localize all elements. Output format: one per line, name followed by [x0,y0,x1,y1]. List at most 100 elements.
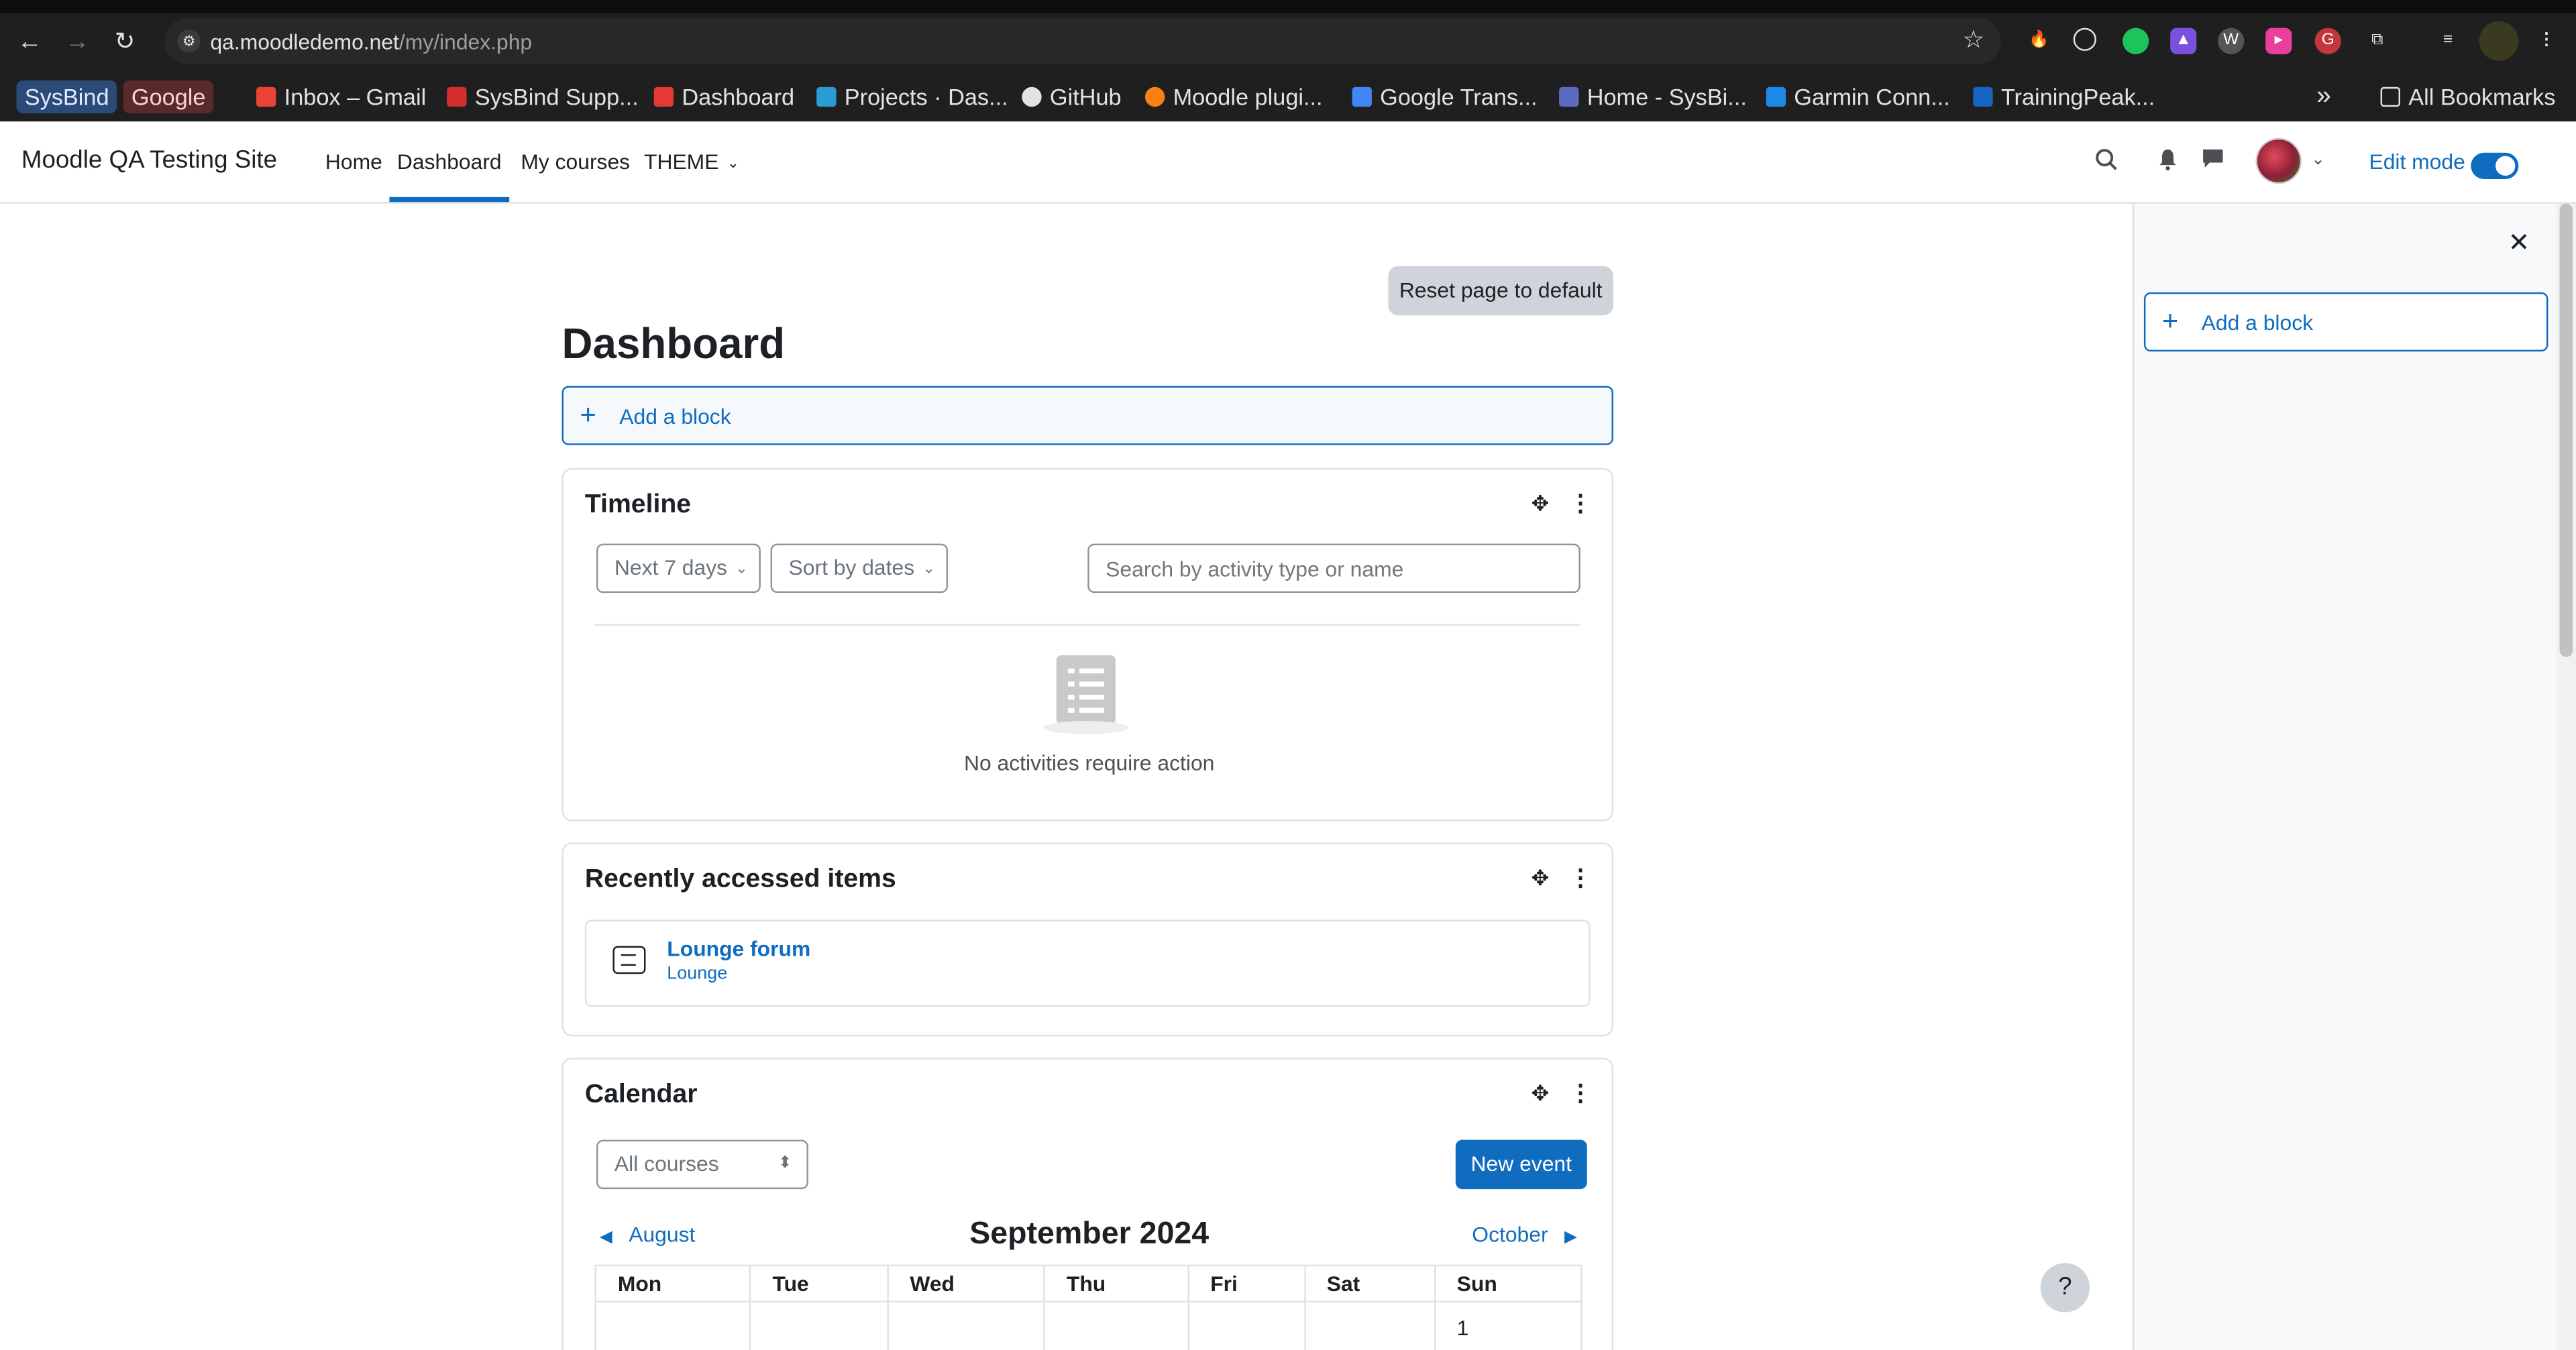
close-drawer-icon[interactable]: ✕ [2508,227,2530,260]
nav-theme[interactable]: THEME ⌄ [644,150,739,174]
timer-extension-icon[interactable] [2073,27,2096,51]
recent-item[interactable]: Lounge forum Lounge [584,919,1591,1007]
nav-home[interactable]: Home [325,150,382,174]
bookmark-google-translate[interactable]: Google Trans... [1352,80,1538,113]
calendar-day [887,1300,1046,1350]
weekday-header: Sun [1434,1264,1582,1303]
bookmark-gmail[interactable]: Inbox – Gmail [256,80,426,113]
chevron-down-icon: ⌄ [922,560,935,577]
bookmark-projects[interactable]: Projects · Das... [816,80,1008,113]
red-extension-icon[interactable]: G [2314,27,2341,54]
trainingpeaks-icon [1973,87,1993,107]
bookmark-dashboard[interactable]: Dashboard [653,80,794,113]
nav-my-courses[interactable]: My courses [521,150,630,174]
user-avatar[interactable] [2255,137,2302,184]
zoho-icon [653,87,674,107]
move-icon[interactable]: ✥ [1531,866,1549,892]
profile-avatar-icon[interactable] [2479,21,2519,61]
back-icon[interactable]: ← [13,26,46,59]
notifications-bell-icon[interactable] [2152,148,2182,177]
block-actions-menu-icon[interactable]: ⋮ [1569,864,1592,892]
reload-icon[interactable]: ↻ [109,26,142,59]
bookmark-sysbind-support[interactable]: SysBind Supp... [447,80,639,113]
block-actions-menu-icon[interactable]: ⋮ [1569,490,1592,518]
pink-extension-icon[interactable]: ▸ [2265,27,2292,54]
weekday-header: Sat [1303,1264,1436,1303]
weekday-header: Tue [749,1264,889,1303]
user-menu-chevron-icon[interactable]: ⌄ [2303,151,2332,180]
recent-title: Recently accessed items [584,865,896,894]
extensions-puzzle-icon[interactable]: ⧉ [2364,28,2390,54]
reset-page-button[interactable]: Reset page to default [1388,266,1613,316]
help-button[interactable]: ? [2040,1263,2090,1312]
fire-extension-icon[interactable]: 🔥 [2026,28,2052,54]
moodle-icon [1144,87,1165,107]
search-icon[interactable] [2092,148,2121,177]
browser-chrome: ← → ↻ ⚙ qa.moodledemo.net/my/index.php ☆… [0,0,2576,122]
current-month: September 2024 [969,1217,1210,1252]
all-bookmarks[interactable]: All Bookmarks [2380,80,2555,113]
bookmark-trainingpeaks[interactable]: TrainingPeak... [1973,80,2155,113]
reading-list-icon[interactable]: ≡ [2434,28,2461,54]
bookmark-github[interactable]: GitHub [1022,80,1122,113]
bookmark-garmin[interactable]: Garmin Conn... [1766,80,1950,113]
translate-icon [1352,87,1372,107]
recently-accessed-block: Recently accessed items ✥ ⋮ Lounge forum… [561,842,1613,1037]
calendar-day [1303,1300,1436,1350]
edit-mode-toggle[interactable] [2471,152,2519,179]
purple-extension-icon[interactable]: ▲ [2170,27,2197,54]
bookmark-sysbind[interactable]: SysBind [16,80,117,113]
edit-mode-label: Edit mode [2369,149,2465,174]
recent-item-course[interactable]: Lounge [667,964,727,984]
forward-icon[interactable]: → [61,26,94,59]
browser-menu-icon[interactable]: ⋮ [2533,28,2559,54]
site-name[interactable]: Moodle QA Testing Site [21,146,277,174]
add-block-button[interactable]: + Add a block [561,386,1613,445]
chevron-down-icon: ⌄ [727,154,740,171]
site-info-icon[interactable]: ⚙ [177,30,201,53]
no-activities-icon [1043,655,1129,734]
move-icon[interactable]: ✥ [1531,491,1549,517]
bookmark-google[interactable]: Google [123,80,214,113]
wordpress-extension-icon[interactable]: W [2218,27,2245,54]
scrollbar-thumb[interactable] [2559,203,2573,657]
green-extension-icon[interactable] [2123,27,2149,54]
forum-icon [612,946,646,974]
nav-dashboard[interactable]: Dashboard [389,150,510,203]
bookmark-home-sysbind[interactable]: Home - SysBi... [1559,80,1747,113]
gmail-icon [256,87,276,107]
projects-icon [816,87,837,107]
more-bookmarks-icon[interactable]: » [2316,80,2331,113]
url-text[interactable]: qa.moodledemo.net/my/index.php [210,30,532,54]
timeline-title: Timeline [584,491,692,519]
block-actions-menu-icon[interactable]: ⋮ [1569,1079,1592,1107]
move-icon[interactable]: ✥ [1531,1080,1549,1107]
recent-item-name[interactable]: Lounge forum [667,936,810,961]
add-block-label: Add a block [619,404,731,429]
divider [594,624,1580,626]
new-event-button[interactable]: New event [1455,1139,1587,1190]
timeline-range-select[interactable]: Next 7 days ⌄ [596,543,761,594]
address-row: ← → ↻ ⚙ qa.moodledemo.net/my/index.php ☆… [0,13,2576,69]
next-month-link[interactable]: October ▶ [1472,1222,1577,1247]
calendar-day [749,1300,889,1350]
timeline-sort-select[interactable]: Sort by dates ⌄ [770,543,949,594]
timeline-block: Timeline ✥ ⋮ Next 7 days ⌄ Sort by dates ⌄… [561,467,1613,822]
timeline-search-input[interactable] [1087,543,1580,594]
plus-icon: + [2161,305,2179,337]
weekday-header: Wed [887,1264,1046,1303]
calendar-day[interactable]: 1 [1434,1300,1582,1350]
messages-icon[interactable] [2198,148,2228,177]
calendar-course-select[interactable]: All courses ⬍ [596,1139,808,1190]
bookmarks-bar: SysBind Google Inbox – Gmail SysBind Sup… [0,72,2576,119]
bookmark-star-icon[interactable]: ☆ [1962,25,1984,54]
address-bar[interactable]: ⚙ qa.moodledemo.net/my/index.php ☆ [164,17,2001,64]
drawer-add-block-label: Add a block [2201,310,2314,335]
drawer-add-block-button[interactable]: + Add a block [2143,292,2548,352]
page-scrollbar[interactable] [2556,203,2576,1350]
bookmark-moodle-plugins[interactable]: Moodle plugi... [1144,80,1323,113]
block-drawer: ✕ + Add a block [2132,203,2557,1350]
folder-icon [2380,87,2400,107]
weekday-header: Mon [594,1264,751,1303]
redmine-icon [447,87,467,107]
